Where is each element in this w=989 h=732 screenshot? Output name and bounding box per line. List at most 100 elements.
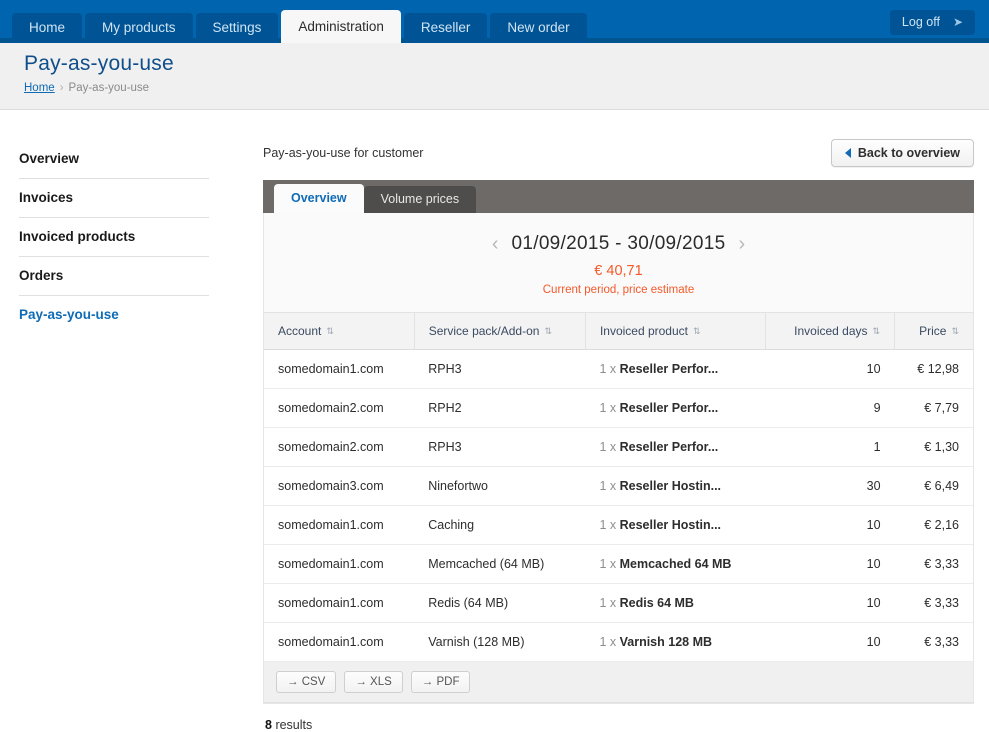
sort-arrows-icon[interactable]: ⇅	[951, 327, 959, 336]
table-row[interactable]: somedomain1.com Redis (64 MB) 1 x Redis 64…	[264, 583, 973, 623]
content-tab-strip: Overview Volume prices	[263, 180, 974, 213]
table-row[interactable]: somedomain2.com RPH2 1 x Reseller Perfor..…	[264, 388, 973, 428]
nav-tab-my-products[interactable]: My products	[85, 13, 193, 43]
cell-account: somedomain2.com	[264, 388, 415, 428]
nav-tab-administration[interactable]: Administration	[281, 10, 401, 43]
product-name: Reseller Perfor...	[619, 362, 719, 376]
tab-volume-prices[interactable]: Volume prices	[363, 186, 477, 213]
sidebar-item-invoiced-products[interactable]: Invoiced products	[19, 218, 209, 257]
cell-price: € 3,33	[894, 583, 973, 623]
cell-price: € 3,33	[894, 544, 973, 584]
results-number: 8	[265, 718, 272, 732]
sort-arrows-icon[interactable]: ⇅	[873, 327, 881, 336]
column-header-invoiced-days[interactable]: Invoiced days ⇅	[764, 312, 895, 350]
cell-account: somedomain1.com	[264, 622, 415, 662]
sidebar-item-pay-as-you-use[interactable]: Pay-as-you-use	[19, 296, 209, 334]
cell-invoiced-days: 10	[765, 505, 895, 545]
cell-price: € 3,33	[894, 622, 973, 662]
column-header-label: Invoiced days	[794, 324, 868, 338]
product-name: Varnish 128 MB	[619, 635, 713, 649]
nav-tab-new-order[interactable]: New order	[490, 13, 587, 43]
cell-invoiced-product: 1 x Memcached 64 MB	[585, 544, 766, 584]
chevron-left-icon[interactable]: ‹	[492, 234, 499, 254]
breadcrumb-separator-icon: ›	[59, 82, 64, 94]
sort-arrows-icon[interactable]: ⇅	[693, 327, 701, 336]
cell-account: somedomain1.com	[264, 505, 415, 545]
table-body: somedomain1.com RPH3 1 x Reseller Perfor..…	[264, 349, 973, 662]
main-subtitle: Pay-as-you-use for customer	[263, 145, 424, 160]
tab-overview[interactable]: Overview	[274, 184, 364, 213]
cell-invoiced-days: 10	[765, 544, 895, 584]
period-range-label: 01/09/2015 - 30/09/2015	[511, 233, 726, 254]
cell-account: somedomain2.com	[264, 427, 415, 467]
nav-tab-home[interactable]: Home	[12, 13, 83, 43]
nav-tab-reseller[interactable]: Reseller	[403, 13, 488, 43]
table-row[interactable]: somedomain1.com Caching 1 x Reseller Hosti…	[264, 505, 973, 545]
product-quantity: 1 x	[599, 401, 617, 415]
sidebar-item-orders[interactable]: Orders	[19, 257, 209, 296]
cell-invoiced-product: 1 x Reseller Perfor...	[585, 427, 766, 467]
cell-service-pack: RPH2	[414, 388, 586, 428]
product-quantity: 1 x	[599, 635, 617, 649]
table-row[interactable]: somedomain1.com Memcached (64 MB) 1 x Memc…	[264, 544, 973, 584]
nav-tab-settings[interactable]: Settings	[195, 13, 279, 43]
product-quantity: 1 x	[599, 362, 617, 376]
content-panel: ‹ 01/09/2015 - 30/09/2015 › € 40,71 Curr…	[263, 213, 974, 704]
product-name: Memcached 64 MB	[619, 557, 732, 571]
top-navigation-bar: Home My products Settings Administration Res…	[0, 0, 989, 43]
breadcrumb-home-link[interactable]: Home	[24, 82, 55, 94]
cell-account: somedomain3.com	[264, 466, 415, 506]
export-xls-button[interactable]: → XLS	[344, 671, 403, 693]
column-header-service-pack-add-on[interactable]: Service pack/Add-on ⇅	[413, 312, 586, 350]
table-row[interactable]: somedomain2.com RPH3 1 x Reseller Perfor..…	[264, 427, 973, 467]
table-head: Account ⇅ Service pack/Add-on ⇅ Invoiced pro…	[264, 312, 973, 350]
cell-invoiced-days: 9	[765, 388, 895, 428]
back-to-overview-button[interactable]: Back to overview	[830, 138, 974, 167]
cell-service-pack: Memcached (64 MB)	[414, 544, 586, 584]
column-header-label: Invoiced product	[599, 324, 688, 338]
product-name: Reseller Hostin...	[619, 518, 722, 532]
column-header-label: Account	[278, 324, 322, 338]
cell-price: € 7,79	[894, 388, 973, 428]
main-topbar: Pay-as-you-use for customer Back to over…	[263, 138, 974, 167]
breadcrumb: Home › Pay-as-you-use	[24, 82, 989, 94]
sort-arrows-icon[interactable]: ⇅	[544, 327, 552, 336]
cell-invoiced-days: 1	[765, 427, 895, 467]
table-row[interactable]: somedomain1.com RPH3 1 x Reseller Perfor..…	[264, 349, 973, 389]
sidebar-item-invoices[interactable]: Invoices	[19, 179, 209, 218]
period-summary: ‹ 01/09/2015 - 30/09/2015 › € 40,71 Curr…	[264, 213, 973, 312]
cell-account: somedomain1.com	[264, 583, 415, 623]
sort-arrows-icon[interactable]: ⇅	[326, 327, 334, 336]
estimate-note: Current period, price estimate	[542, 284, 695, 296]
table-row[interactable]: somedomain3.com Ninefortwo 1 x Reseller Ho…	[264, 466, 973, 506]
export-pdf-button[interactable]: → PDF	[410, 671, 471, 693]
column-header-invoiced-product[interactable]: Invoiced product ⇅	[584, 312, 766, 350]
total-amount: € 40,71	[594, 263, 643, 279]
results-label: results	[275, 718, 313, 732]
page-layout: Overview Invoices Invoiced products Orders P…	[0, 110, 989, 732]
column-header-account[interactable]: Account ⇅	[264, 312, 415, 350]
column-header-label: Price	[919, 324, 947, 338]
export-toolbar: → CSV → XLS → PDF	[264, 662, 973, 703]
chevron-right-icon[interactable]: ›	[738, 234, 745, 254]
log-off-label: Log off	[901, 15, 940, 29]
pay-as-you-use-table: Account ⇅ Service pack/Add-on ⇅ Invoiced pro…	[264, 312, 973, 662]
sidebar-item-overview[interactable]: Overview	[19, 140, 209, 179]
table-header-row: Account ⇅ Service pack/Add-on ⇅ Invoiced pro…	[264, 312, 973, 350]
table-row[interactable]: somedomain1.com Varnish (128 MB) 1 x Varni…	[264, 622, 973, 662]
cell-price: € 6,49	[894, 466, 973, 506]
product-quantity: 1 x	[599, 440, 617, 454]
cell-service-pack: RPH3	[414, 427, 586, 467]
breadcrumb-current: Pay-as-you-use	[68, 82, 150, 94]
page-title: Pay-as-you-use	[24, 52, 174, 75]
column-header-price[interactable]: Price ⇅	[894, 312, 973, 350]
cell-service-pack: RPH3	[414, 349, 586, 389]
cell-invoiced-product: 1 x Varnish 128 MB	[585, 622, 766, 662]
product-name: Reseller Perfor...	[619, 401, 719, 415]
cell-invoiced-product: 1 x Reseller Perfor...	[585, 388, 766, 428]
cell-invoiced-days: 30	[765, 466, 895, 506]
log-off-button[interactable]: Log off ➤	[889, 10, 975, 35]
cell-invoiced-days: 10	[765, 349, 895, 389]
export-csv-button[interactable]: → CSV	[276, 671, 337, 693]
cell-invoiced-product: 1 x Reseller Hostin...	[585, 505, 766, 545]
